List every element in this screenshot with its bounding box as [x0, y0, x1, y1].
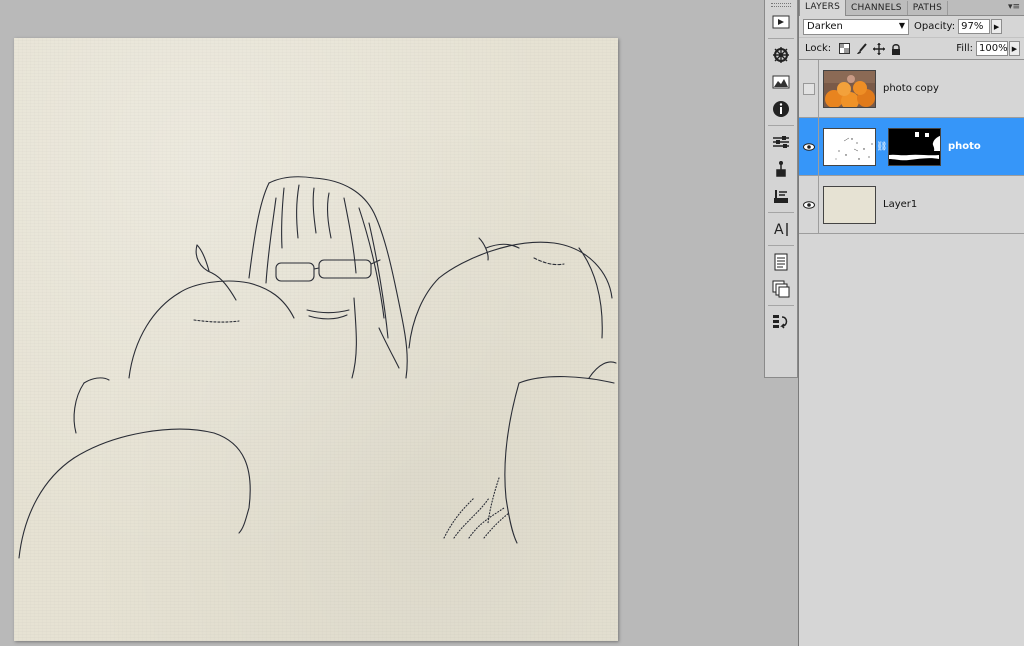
tool-presets-icon[interactable]	[769, 184, 793, 208]
histogram-icon[interactable]	[769, 70, 793, 94]
layer-name: photo	[948, 141, 981, 152]
fill-slider-button[interactable]: ▶	[1009, 41, 1020, 56]
navigator-icon[interactable]	[769, 43, 793, 67]
layer-thumbnail	[823, 69, 876, 108]
tab-layers[interactable]: LAYERS	[799, 0, 847, 16]
layer-name: photo copy	[883, 83, 939, 94]
dock-grip[interactable]	[771, 3, 791, 7]
svg-text:A: A	[774, 222, 784, 238]
dock-separator	[768, 305, 794, 306]
blend-mode-value: Darken	[807, 21, 843, 32]
fill-label: Fill:	[956, 43, 973, 54]
visibility-toggle[interactable]	[799, 117, 819, 176]
layer-row-photo[interactable]: ⛓ photo	[799, 117, 1024, 176]
info-icon[interactable]	[769, 97, 793, 121]
opacity-slider-button[interactable]: ▶	[991, 19, 1003, 34]
layer-row-photo-copy[interactable]: photo copy	[799, 59, 1024, 118]
panel-tabs: LAYERS CHANNELS PATHS ▾≡	[799, 0, 1024, 16]
eye-icon	[802, 200, 815, 209]
sketch-artwork	[18, 176, 617, 559]
dock-separator	[768, 245, 794, 246]
dock-separator	[768, 212, 794, 213]
panel-menu-icon[interactable]: ▾≡	[1008, 2, 1020, 12]
character-icon[interactable]: A	[769, 217, 793, 241]
lock-all-icon[interactable]	[889, 42, 902, 55]
layer-mask-thumbnail[interactable]	[888, 127, 941, 166]
lock-image-brush-icon[interactable]	[855, 42, 868, 55]
lock-transparent-icon[interactable]	[838, 42, 851, 55]
tab-channels[interactable]: CHANNELS	[846, 1, 908, 15]
adjustments-icon[interactable]	[769, 130, 793, 154]
dock-separator	[768, 125, 794, 126]
lock-label: Lock:	[805, 43, 832, 54]
lock-fill-row: Lock: Fill: 100% ▶	[799, 38, 1024, 60]
layer-name: Layer1	[883, 199, 918, 210]
layers-panel: LAYERS CHANNELS PATHS ▾≡ Darken ▼ Opacit…	[798, 0, 1024, 646]
lock-position-move-icon[interactable]	[872, 42, 885, 55]
visibility-toggle[interactable]	[799, 175, 819, 234]
actions-icon[interactable]	[769, 10, 793, 34]
chevron-down-icon: ▼	[898, 20, 905, 30]
mask-link-icon[interactable]: ⛓	[876, 142, 887, 152]
history-icon[interactable]	[769, 310, 793, 334]
blend-opacity-row: Darken ▼ Opacity: 97% ▶	[799, 16, 1024, 38]
opacity-input[interactable]: 97%	[958, 19, 991, 34]
panel-dock: A	[764, 0, 798, 378]
layer-thumbnail	[823, 127, 876, 166]
fill-input[interactable]: 100%	[976, 41, 1008, 56]
dock-separator	[768, 38, 794, 39]
layer-row-layer1[interactable]: Layer1	[799, 175, 1024, 234]
clone-source-icon[interactable]	[769, 157, 793, 181]
blend-mode-select[interactable]: Darken ▼	[803, 18, 909, 35]
notes-icon[interactable]	[769, 250, 793, 274]
layer-comps-icon[interactable]	[769, 277, 793, 301]
hidden-visibility-box	[802, 82, 815, 95]
tab-paths[interactable]: PATHS	[908, 1, 949, 15]
layer-thumbnail	[823, 185, 876, 224]
eye-icon	[802, 142, 815, 151]
layers-empty-area[interactable]	[799, 234, 1024, 644]
opacity-label: Opacity:	[914, 21, 956, 32]
visibility-toggle[interactable]	[799, 59, 819, 118]
document-canvas[interactable]	[14, 38, 618, 641]
